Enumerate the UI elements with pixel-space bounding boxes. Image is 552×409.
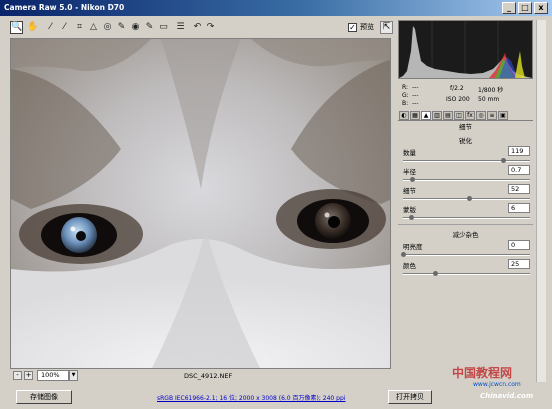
b-value: --- [412, 100, 419, 107]
r-label: R: [402, 84, 409, 91]
panel-tabs: ◐ ▦ ▲ ▥ ▤ ◫ fx ◎ ≡ ▣ [398, 110, 533, 121]
zoom-level-field[interactable]: 100% [37, 370, 69, 381]
panel-title: 细节 [459, 123, 472, 131]
straighten-tool-icon[interactable]: △ [88, 22, 99, 33]
watermark-logo-text: 中国教程网 [452, 366, 513, 380]
r-value: --- [412, 84, 419, 91]
radius-slider[interactable] [403, 177, 530, 182]
workflow-options-link[interactable]: sRGB IEC61966-2.1; 16 位; 2000 x 3008 (6.… [157, 393, 345, 402]
tab-presets-icon[interactable]: ≡ [487, 111, 497, 120]
detail-slider[interactable] [403, 196, 530, 201]
detail-label: 细节 [403, 187, 416, 195]
color-noise-label: 颜色 [403, 262, 416, 270]
amount-value-field[interactable]: 119 [508, 146, 530, 156]
graduated-filter-icon[interactable]: ▭ [158, 22, 169, 33]
masking-value-field[interactable]: 6 [508, 203, 530, 213]
masking-slider[interactable] [403, 215, 530, 220]
radius-label: 半径 [403, 168, 416, 176]
close-button[interactable]: x [534, 2, 548, 14]
window-title: Camera Raw 5.0 - Nikon D70 [4, 3, 125, 12]
hand-tool-icon[interactable]: ✋ [27, 22, 38, 33]
save-image-button[interactable]: 存储图像 [16, 390, 72, 404]
adjustment-brush-icon[interactable]: ✎ [144, 22, 155, 33]
detail-value-field[interactable]: 52 [508, 184, 530, 194]
color-noise-value-field[interactable]: 25 [508, 259, 530, 269]
tab-tone-curve-icon[interactable]: ▦ [410, 111, 420, 120]
image-preview[interactable] [10, 38, 391, 369]
color-noise-slider-thumb[interactable] [432, 271, 438, 276]
spot-removal-icon[interactable]: ✎ [116, 22, 127, 33]
zoom-tool-icon[interactable]: 🔍 [10, 21, 23, 34]
shutter-value: 1/800 秒 [478, 87, 504, 94]
tab-effects-icon[interactable]: fx [465, 111, 475, 120]
crop-tool-icon[interactable]: ⌗ [74, 22, 85, 33]
white-balance-tool-icon[interactable]: ⁄ [45, 22, 56, 33]
aperture-value: f/2.2 [450, 85, 464, 92]
preview-status-row: - + 100% ▼ DSC_4912.NEF [10, 369, 391, 383]
file-name: DSC_4912.NEF [184, 372, 233, 380]
zoom-out-button[interactable]: - [13, 371, 22, 380]
detail-panel: 锐化 数量 119 半径 0.7 细节 52 蒙版 6 减少杂色 明亮度 0 颜… [398, 131, 533, 369]
amount-slider[interactable] [403, 158, 530, 163]
readout-info: R: --- G: --- B: --- f/2.2 1/800 秒 ISO 2… [398, 82, 533, 110]
color-sampler-tool-icon[interactable]: ⁄ [59, 22, 70, 33]
rotate-left-icon[interactable]: ↶ [192, 22, 203, 33]
zoom-dropdown-arrow[interactable]: ▼ [69, 370, 78, 381]
amount-slider-thumb[interactable] [501, 158, 507, 163]
red-eye-icon[interactable]: ◉ [130, 22, 141, 33]
panel-scrollbar[interactable] [536, 20, 546, 382]
sharpening-section-title: 锐化 [459, 137, 472, 145]
husky-photo [11, 39, 390, 368]
b-label: B: [402, 100, 409, 107]
tab-basic-icon[interactable]: ◐ [399, 111, 409, 120]
luminance-label: 明亮度 [403, 243, 423, 251]
bottom-action-bar: 存储图像 sRGB IEC61966-2.1; 16 位; 2000 x 300… [0, 386, 552, 409]
detail-slider-thumb[interactable] [467, 196, 473, 201]
window-controls: _ □ x [502, 2, 548, 14]
maximize-button[interactable]: □ [518, 2, 532, 14]
masking-label: 蒙版 [403, 206, 416, 214]
preview-label: 预览 [360, 23, 374, 31]
luminance-slider-thumb[interactable] [401, 252, 406, 257]
tab-camera-calibration-icon[interactable]: ◎ [476, 111, 486, 120]
preview-checkbox[interactable]: ✓ [348, 23, 357, 32]
minimize-button[interactable]: _ [502, 2, 516, 14]
watermark-url: www.jcwcn.com [473, 381, 521, 388]
watermark-site: Chinavid.com [480, 392, 534, 400]
tab-hsl-icon[interactable]: ▥ [432, 111, 442, 120]
masking-slider-thumb[interactable] [408, 215, 414, 220]
radius-slider-thumb[interactable] [409, 177, 415, 182]
tab-detail-icon[interactable]: ▲ [421, 111, 431, 120]
iso-value: ISO 200 [446, 96, 470, 103]
open-copy-button[interactable]: 打开拷贝 [388, 390, 432, 404]
noise-reduction-section-title: 减少杂色 [452, 231, 479, 239]
tab-snapshots-icon[interactable]: ▣ [498, 111, 508, 120]
radius-value-field[interactable]: 0.7 [508, 165, 530, 175]
luminance-value-field[interactable]: 0 [508, 240, 530, 250]
focal-length-value: 50 mm [478, 96, 500, 103]
amount-label: 数量 [403, 149, 416, 157]
rotate-right-icon[interactable]: ↷ [205, 22, 216, 33]
tool-bar: 🔍 ✋ ⁄ ⁄ ⌗ △ ◎ ✎ ◉ ✎ ▭ ☰ ↶ ↷ ✓ 预览 ⇱ [10, 20, 393, 37]
preferences-icon[interactable]: ☰ [175, 22, 186, 33]
histogram-graph [399, 21, 532, 78]
window-title-bar: Camera Raw 5.0 - Nikon D70 _ □ x [0, 0, 552, 16]
histogram [398, 20, 533, 79]
section-divider [398, 224, 533, 225]
luminance-slider[interactable] [401, 252, 530, 257]
tab-lens-icon[interactable]: ◫ [454, 111, 464, 120]
tab-split-toning-icon[interactable]: ▤ [443, 111, 453, 120]
g-value: --- [412, 92, 419, 99]
g-label: G: [402, 92, 409, 99]
zoom-in-button[interactable]: + [24, 371, 33, 380]
fullscreen-icon[interactable]: ⇱ [380, 21, 393, 34]
target-adjust-icon[interactable]: ◎ [102, 22, 113, 33]
color-noise-slider[interactable] [403, 271, 530, 276]
